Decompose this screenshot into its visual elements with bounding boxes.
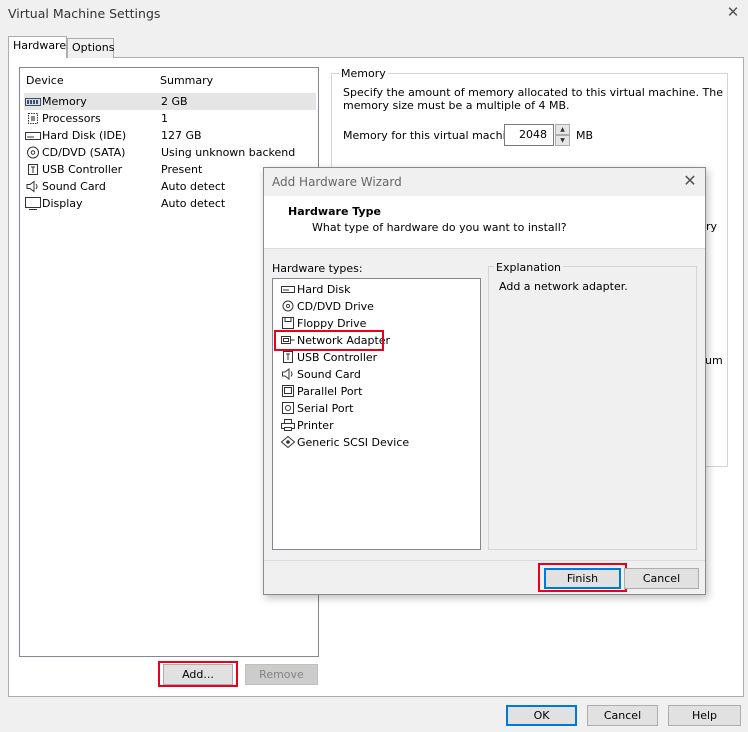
device-name: Memory xyxy=(42,95,87,108)
memory-spinner[interactable]: ▲ ▼ xyxy=(555,124,570,146)
hardware-type-parallel-port[interactable]: Parallel Port xyxy=(281,383,362,400)
wizard-subheading: What type of hardware do you want to ins… xyxy=(312,221,567,234)
hardware-type-label: Sound Card xyxy=(297,368,361,381)
spin-up-icon[interactable]: ▲ xyxy=(555,124,570,135)
cd-dvd-icon xyxy=(27,146,39,159)
cancel-button[interactable]: Cancel xyxy=(587,705,658,726)
device-name: USB Controller xyxy=(42,163,123,176)
add-button[interactable]: Add... xyxy=(163,664,233,685)
hard-disk-icon xyxy=(25,132,41,140)
usb-icon xyxy=(28,164,38,175)
device-name: Sound Card xyxy=(42,180,106,193)
hardware-type-hard-disk[interactable]: Hard Disk xyxy=(281,281,350,298)
ok-button[interactable]: OK xyxy=(506,705,577,726)
hardware-type-serial-port[interactable]: Serial Port xyxy=(281,400,353,417)
obscured-text-fragment: ry xyxy=(706,220,718,233)
tab-options[interactable]: Options xyxy=(67,38,114,58)
device-summary: Using unknown backend xyxy=(161,146,296,159)
hardware-type-generic-scsi[interactable]: Generic SCSI Device xyxy=(281,434,409,451)
hard-disk-icon xyxy=(281,286,295,293)
hardware-types-label: Hardware types: xyxy=(272,262,363,275)
hardware-type-label: Parallel Port xyxy=(297,385,363,398)
device-row-processors[interactable]: Processors 1 xyxy=(24,110,316,127)
speaker-icon xyxy=(282,368,293,380)
memory-unit: MB xyxy=(576,129,594,142)
device-summary: Auto detect xyxy=(161,197,226,210)
device-row-hard-disk[interactable]: Hard Disk (IDE) 127 GB xyxy=(24,127,316,144)
hardware-type-label: USB Controller xyxy=(297,351,378,364)
window-close-button[interactable]: ✕ xyxy=(724,3,742,21)
device-row-memory[interactable]: Memory 2 GB xyxy=(24,93,316,110)
wizard-footer-divider xyxy=(264,560,705,561)
tab-hardware[interactable]: Hardware xyxy=(8,36,67,58)
memory-input[interactable]: 2048 xyxy=(504,124,554,146)
serial-port-icon xyxy=(282,402,294,414)
hardware-type-label: Printer xyxy=(297,419,334,432)
explanation-group-box xyxy=(488,266,697,550)
hardware-type-label: Floppy Drive xyxy=(297,317,367,330)
memory-icon xyxy=(25,98,41,106)
hardware-type-printer[interactable]: Printer xyxy=(281,417,334,434)
wizard-close-button[interactable]: ✕ xyxy=(680,171,700,191)
memory-legend: Memory xyxy=(339,67,388,80)
memory-description: Specify the amount of memory allocated t… xyxy=(343,86,723,112)
device-summary: 127 GB xyxy=(161,129,202,142)
help-button[interactable]: Help xyxy=(668,705,741,726)
printer-icon xyxy=(281,419,295,431)
speaker-icon xyxy=(26,180,38,193)
hardware-type-sound-card[interactable]: Sound Card xyxy=(281,366,361,383)
summary-column-header[interactable]: Summary xyxy=(160,74,213,87)
wizard-cancel-button[interactable]: Cancel xyxy=(624,568,699,589)
hardware-types-list[interactable]: Hard Disk CD/DVD Drive Floppy Drive Netw… xyxy=(272,278,481,550)
parallel-port-icon xyxy=(282,385,294,397)
remove-button[interactable]: Remove xyxy=(245,664,318,685)
device-name: CD/DVD (SATA) xyxy=(42,146,126,159)
usb-icon xyxy=(283,351,293,363)
wizard-heading: Hardware Type xyxy=(288,205,381,218)
processor-icon xyxy=(28,113,38,124)
device-summary: Auto detect xyxy=(161,180,226,193)
finish-button[interactable]: Finish xyxy=(544,568,621,589)
wizard-title: Add Hardware Wizard xyxy=(272,175,402,189)
device-summary: 2 GB xyxy=(161,95,188,108)
obscured-text-fragment: um xyxy=(705,354,723,367)
hardware-type-usb-controller[interactable]: USB Controller xyxy=(281,349,377,366)
device-column-header[interactable]: Device xyxy=(26,74,64,87)
device-summary: Present xyxy=(161,163,203,176)
device-name: Display xyxy=(42,197,83,210)
hardware-type-label: CD/DVD Drive xyxy=(297,300,374,313)
device-name: Hard Disk (IDE) xyxy=(42,129,127,142)
explanation-text: Add a network adapter. xyxy=(499,280,628,293)
display-icon xyxy=(25,197,41,210)
floppy-icon xyxy=(282,317,294,329)
hardware-type-cd-dvd[interactable]: CD/DVD Drive xyxy=(281,298,374,315)
spin-down-icon[interactable]: ▼ xyxy=(555,135,570,146)
explanation-legend: Explanation xyxy=(494,261,564,274)
cd-dvd-icon xyxy=(282,300,294,312)
window-title: Virtual Machine Settings xyxy=(8,6,161,21)
hardware-type-label: Hard Disk xyxy=(297,283,351,296)
network-adapter-highlight xyxy=(274,330,384,351)
device-row-cd-dvd[interactable]: CD/DVD (SATA) Using unknown backend xyxy=(24,144,316,161)
hardware-type-label: Serial Port xyxy=(297,402,354,415)
memory-label: Memory for this virtual machine: xyxy=(343,129,524,142)
scsi-icon xyxy=(281,436,295,448)
device-name: Processors xyxy=(42,112,101,125)
device-summary: 1 xyxy=(161,112,168,125)
hardware-type-label: Generic SCSI Device xyxy=(297,436,410,449)
